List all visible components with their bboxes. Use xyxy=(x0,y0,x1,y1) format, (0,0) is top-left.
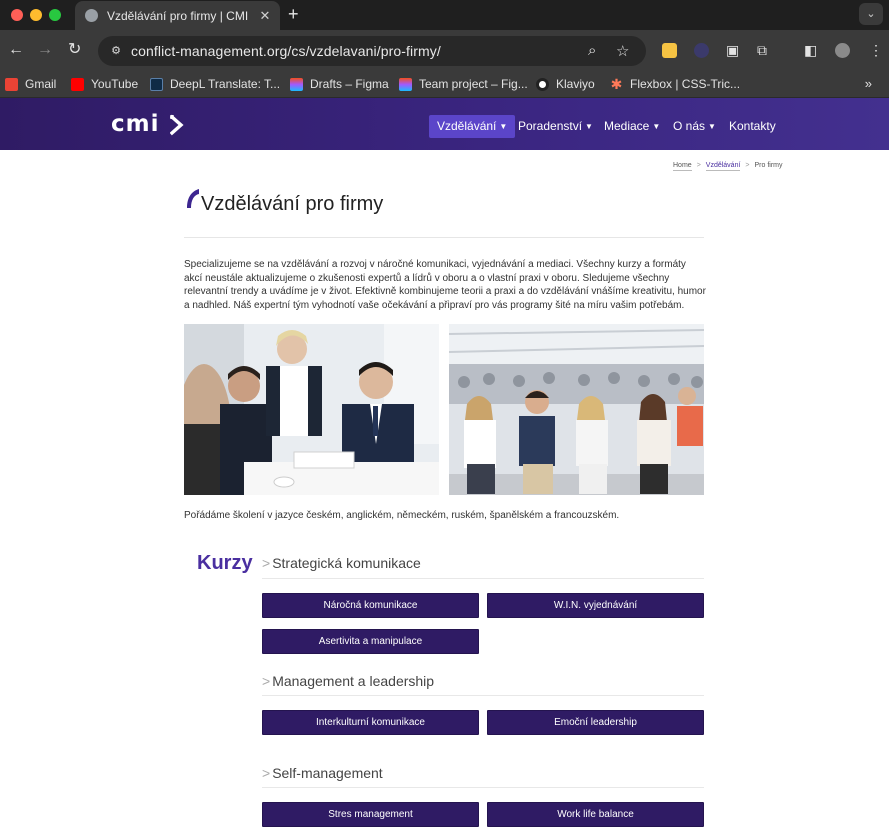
courses-heading: Kurzy xyxy=(197,552,253,574)
nav-label: Vzdělávání xyxy=(437,119,497,133)
nav-item-vzdelavani[interactable]: Vzdělávání ▼ xyxy=(429,115,516,138)
youtube-icon xyxy=(71,77,84,91)
tab-close-icon[interactable]: ✕ xyxy=(256,8,274,24)
bookmark-item[interactable]: Drafts – Figma xyxy=(290,77,389,91)
page-title: Vzdělávání pro firmy xyxy=(201,193,384,215)
url-text[interactable]: conflict-management.org/cs/vzdelavani/pr… xyxy=(131,43,441,59)
breadcrumb-separator: > xyxy=(745,162,750,169)
figma-icon xyxy=(290,77,303,91)
chevron-down-icon: ▼ xyxy=(499,122,508,131)
bookmarks-bar: Gmail YouTube DeepL Translate: T... Draf… xyxy=(0,72,889,98)
close-window-button[interactable] xyxy=(11,9,23,21)
bookmark-label: Gmail xyxy=(25,77,57,91)
bookmark-item[interactable]: Klaviyo xyxy=(536,77,595,91)
bookmark-item[interactable]: Gmail xyxy=(5,77,56,91)
profile-avatar[interactable] xyxy=(835,43,850,58)
extension-icon[interactable] xyxy=(694,43,709,58)
bookmark-label: DeepL Translate: T... xyxy=(170,77,281,91)
chevron-right-icon: > xyxy=(262,673,271,689)
bookmark-label: YouTube xyxy=(91,77,139,91)
chevron-down-icon: ▼ xyxy=(708,122,716,131)
extension-icon[interactable] xyxy=(662,43,677,58)
extensions-puzzle-icon[interactable]: ⧉ xyxy=(757,42,767,58)
back-icon[interactable]: ← xyxy=(8,41,24,59)
browser-tab[interactable]: Vzdělávání pro firmy | CMI ✕ xyxy=(75,1,280,30)
bookmark-label: Team project – Fig... xyxy=(419,77,528,91)
divider xyxy=(262,578,704,579)
section-label: Management a leadership xyxy=(272,673,435,689)
bookmark-label: Klaviyo xyxy=(556,77,595,91)
logo-chevron-icon xyxy=(170,114,184,136)
maximize-window-button[interactable] xyxy=(49,9,61,21)
nav-item-kontakty[interactable]: Kontakty xyxy=(721,115,784,138)
zoom-icon[interactable]: ⌕ xyxy=(588,42,596,59)
bookmark-item[interactable]: YouTube xyxy=(71,77,138,91)
figma-icon xyxy=(399,77,412,91)
nav-label: O nás xyxy=(673,119,706,133)
site-info-icon[interactable]: ⚙ xyxy=(109,44,123,58)
nav-item-poradenstvi[interactable]: Poradenství ▼ xyxy=(510,115,601,138)
divider xyxy=(184,237,704,238)
csstricks-icon: ✱ xyxy=(610,75,623,92)
nav-item-o-nas[interactable]: O nás ▼ xyxy=(665,115,724,138)
section-label: Self-management xyxy=(272,765,383,781)
breadcrumb-parent[interactable]: Vzdělávání xyxy=(705,162,741,171)
divider xyxy=(262,695,704,696)
course-button-interkulturni-komunikace[interactable]: Interkulturní komunikace xyxy=(262,710,479,735)
section-title: > Self-management xyxy=(262,765,383,781)
breadcrumb-home[interactable]: Home xyxy=(673,162,692,171)
nav-label: Poradenství xyxy=(518,119,583,133)
nav-item-mediace[interactable]: Mediace ▼ xyxy=(596,115,668,138)
section-title: > Strategická komunikace xyxy=(262,555,421,571)
deepl-icon xyxy=(150,77,163,91)
course-button-asertivita[interactable]: Asertivita a manipulace xyxy=(262,629,479,654)
course-button-narocna-komunikace[interactable]: Náročná komunikace xyxy=(262,593,479,618)
address-bar[interactable]: ⚙ conflict-management.org/cs/vzdelavani/… xyxy=(98,36,646,66)
bookmark-item[interactable]: DeepL Translate: T... xyxy=(150,77,280,91)
tab-title: Vzdělávání pro firmy | CMI xyxy=(107,8,249,23)
bookmark-item[interactable]: ✱ Flexbox | CSS-Tric... xyxy=(610,75,741,92)
side-panel-icon[interactable]: ◧ xyxy=(804,42,817,58)
chevron-right-icon: > xyxy=(262,765,271,781)
bookmark-star-icon[interactable]: ☆ xyxy=(616,42,629,60)
business-meeting-photo xyxy=(184,324,439,495)
chevron-right-icon: > xyxy=(262,555,271,571)
title-accent-icon xyxy=(187,189,199,208)
gmail-icon xyxy=(5,77,18,91)
picture-in-picture-icon[interactable]: ▣ xyxy=(726,42,739,58)
breadcrumb: Home > Vzdělávání > Pro firmy xyxy=(673,162,783,171)
intro-text: Specializujeme se na vzdělávání a rozvoj… xyxy=(184,259,706,311)
section-label: Strategická komunikace xyxy=(272,555,421,571)
divider xyxy=(262,787,704,788)
new-tab-button[interactable]: + xyxy=(288,5,299,23)
course-button-work-life-balance[interactable]: Work life balance xyxy=(487,802,704,827)
nav-label: Mediace xyxy=(604,119,650,133)
conference-audience-photo xyxy=(449,324,704,495)
reload-icon[interactable]: ↻ xyxy=(68,41,81,59)
bookmark-label: Flexbox | CSS-Tric... xyxy=(630,77,741,91)
course-button-win-vyjednavani[interactable]: W.I.N. vyjednávání xyxy=(487,593,704,618)
minimize-window-button[interactable] xyxy=(30,9,42,21)
more-bookmarks-icon[interactable]: » xyxy=(865,76,872,91)
globe-icon xyxy=(85,9,98,22)
browser-toolbar: ← → ↻ ⚙ conflict-management.org/cs/vzdel… xyxy=(0,30,889,72)
bookmark-label: Drafts – Figma xyxy=(310,77,389,91)
klaviyo-icon xyxy=(536,77,549,91)
site-header: cmi Vzdělávání ▼ Poradenství ▼ Mediace ▼ O … xyxy=(0,98,889,150)
nav-label: Kontakty xyxy=(729,119,776,133)
course-button-emocni-leadership[interactable]: Emoční leadership xyxy=(487,710,704,735)
forward-icon[interactable]: → xyxy=(37,41,53,59)
breadcrumb-separator: > xyxy=(696,162,701,169)
site-logo[interactable]: cmi xyxy=(111,111,159,137)
browser-tab-bar: Vzdělávání pro firmy | CMI ✕ + ⌄ xyxy=(0,0,889,30)
tab-search-button[interactable]: ⌄ xyxy=(859,3,883,25)
languages-text: Pořádáme školení v jazyce českém, anglic… xyxy=(184,510,620,521)
breadcrumb-current: Pro firmy xyxy=(754,162,783,169)
kebab-menu-icon[interactable]: ⋮ xyxy=(869,42,883,58)
bookmark-item[interactable]: Team project – Fig... xyxy=(399,77,528,91)
chevron-down-icon: ▼ xyxy=(652,122,661,131)
section-title: > Management a leadership xyxy=(262,673,434,689)
chevron-down-icon: ▼ xyxy=(585,122,593,131)
course-button-stres-management[interactable]: Stres management xyxy=(262,802,479,827)
